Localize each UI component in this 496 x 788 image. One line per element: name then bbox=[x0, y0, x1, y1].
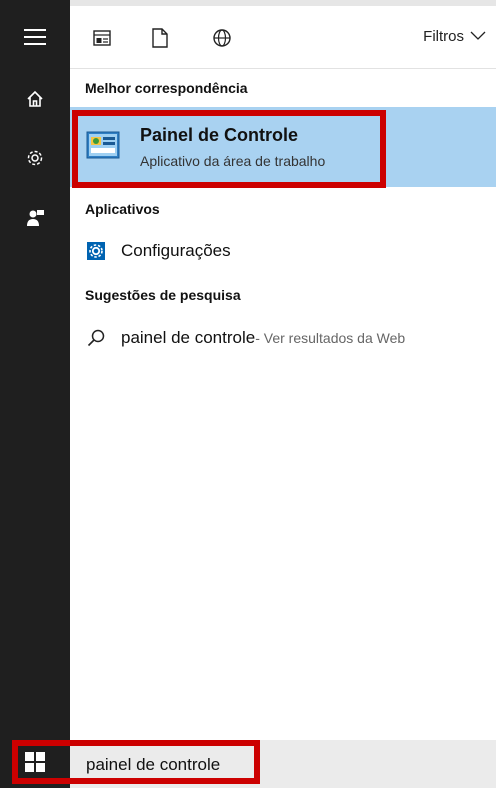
settings-icon[interactable] bbox=[22, 145, 48, 171]
filters-label: Filtros bbox=[423, 28, 464, 45]
app-item-settings[interactable]: Configurações bbox=[85, 240, 231, 262]
user-feedback-icon[interactable] bbox=[22, 205, 48, 231]
globe-icon[interactable] bbox=[210, 26, 234, 50]
hamburger-menu-icon[interactable] bbox=[22, 24, 48, 50]
results-toolbar: Filtros bbox=[70, 6, 496, 69]
app-item-label: Configurações bbox=[121, 241, 231, 260]
section-apps: Aplicativos bbox=[85, 201, 160, 217]
gear-icon bbox=[85, 240, 107, 262]
suggestion-web-note: - Ver resultados da Web bbox=[255, 330, 406, 346]
section-suggestions: Sugestões de pesquisa bbox=[85, 287, 241, 303]
suggestion-item[interactable]: painel de controle - Ver resultados da W… bbox=[85, 327, 405, 349]
suggestion-query: painel de controle bbox=[121, 328, 256, 347]
search-icon bbox=[85, 327, 107, 349]
documents-icon[interactable] bbox=[90, 26, 114, 50]
home-icon[interactable] bbox=[22, 86, 48, 112]
start-sidebar bbox=[0, 0, 70, 740]
search-results-panel: Filtros Melhor correspondência Painel de… bbox=[70, 0, 496, 740]
file-icon[interactable] bbox=[148, 26, 172, 50]
section-best-match: Melhor correspondência bbox=[85, 80, 248, 96]
highlight-box-search bbox=[12, 740, 260, 784]
highlight-box-best-match bbox=[72, 110, 386, 188]
filters-dropdown[interactable]: Filtros bbox=[423, 28, 486, 45]
chevron-down-icon bbox=[470, 28, 486, 45]
